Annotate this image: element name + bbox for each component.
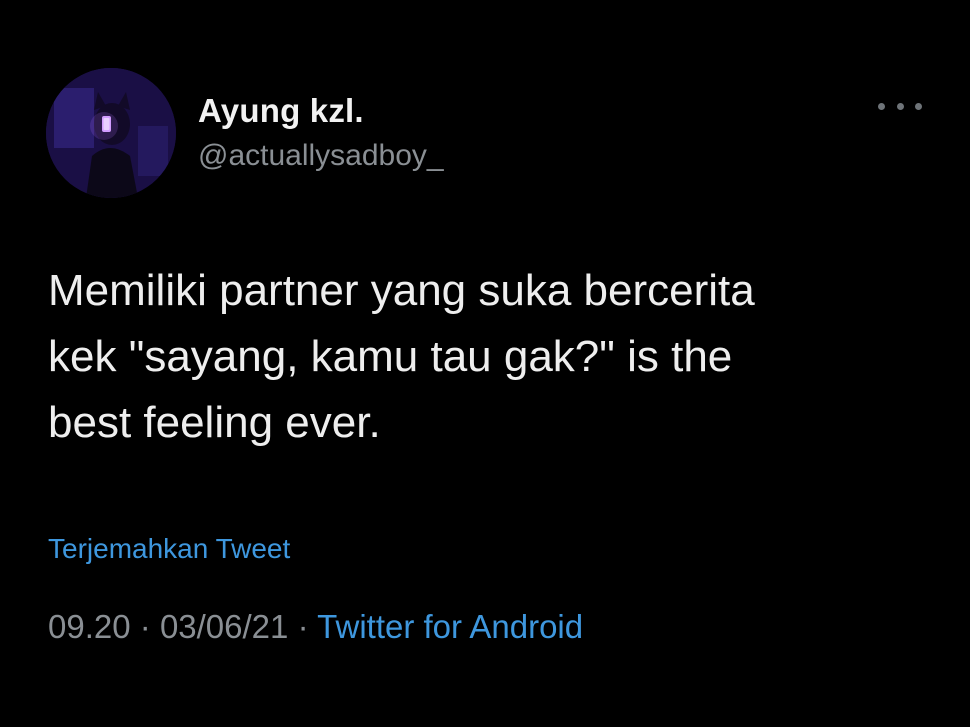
avatar[interactable]	[46, 68, 176, 198]
more-options-button[interactable]	[878, 94, 922, 118]
meta-separator: ·	[297, 608, 309, 645]
author-display-name[interactable]: Ayung kzl.	[198, 92, 364, 130]
tweet-text: Memiliki partner yang suka bercerita kek…	[48, 266, 755, 447]
tweet-source-link[interactable]: Twitter for Android	[317, 608, 583, 645]
tweet-card: Ayung kzl. @actuallysadboy_ Memiliki par…	[0, 0, 970, 727]
translate-tweet-link[interactable]: Terjemahkan Tweet	[48, 533, 290, 565]
meta-separator: ·	[139, 608, 151, 645]
tweet-time: 09.20	[48, 608, 131, 645]
tweet-date: 03/06/21	[159, 608, 289, 645]
more-horizontal-icon	[878, 102, 885, 110]
user-avatar-icon	[46, 68, 176, 198]
tweet-metadata: 09.20 · 03/06/21 · Twitter for Android	[48, 608, 583, 646]
author-handle[interactable]: @actuallysadboy_	[198, 139, 444, 173]
